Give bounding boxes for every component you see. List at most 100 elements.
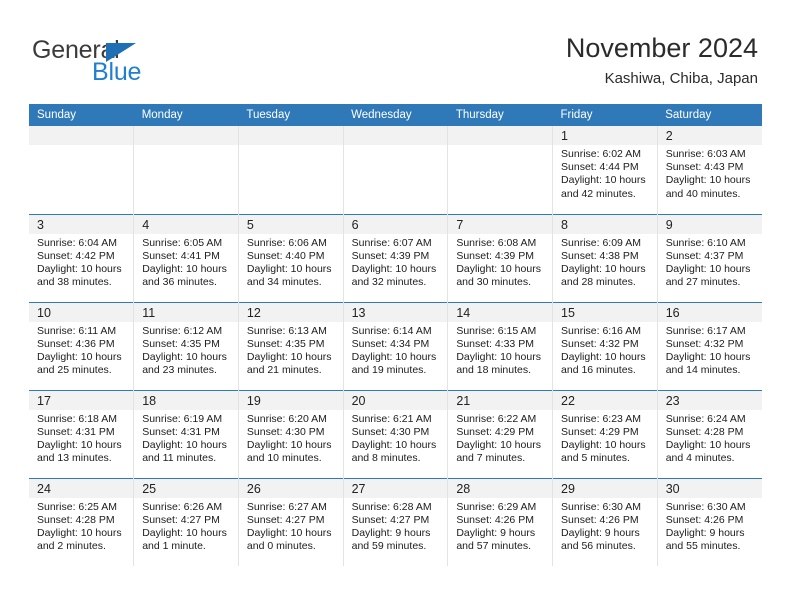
day-number: 16: [657, 302, 762, 322]
general-blue-logo[interactable]: General Blue: [32, 36, 242, 88]
calendar-day-cell[interactable]: 10 Sunrise: 6:11 AM Sunset: 4:36 PM Dayligh…: [29, 301, 135, 390]
sunrise-text: Sunrise: 6:05 AM: [142, 236, 223, 249]
sunrise-text: Sunrise: 6:19 AM: [142, 412, 223, 425]
calendar-day-cell[interactable]: 16 Sunrise: 6:17 AM Sunset: 4:32 PM Dayligh…: [657, 301, 762, 390]
weekday-header-wednesday: Wednesday: [343, 104, 448, 126]
day-sun-info: Sunrise: 6:14 AM Sunset: 4:34 PM Daylight:…: [344, 322, 448, 378]
daylight-text: Daylight: 10 hours and 1 minute.: [142, 526, 227, 553]
calendar-cell-empty: [29, 126, 135, 214]
calendar-day-cell[interactable]: 7 Sunrise: 6:08 AM Sunset: 4:39 PM Daylight…: [447, 213, 554, 302]
sunset-text: Sunset: 4:30 PM: [246, 425, 325, 438]
calendar-day-cell[interactable]: 24 Sunrise: 6:25 AM Sunset: 4:28 PM Dayligh…: [29, 477, 135, 566]
sunset-text: Sunset: 4:26 PM: [456, 513, 534, 526]
calendar-day-cell[interactable]: 27 Sunrise: 6:28 AM Sunset: 4:27 PM Dayligh…: [343, 477, 449, 566]
calendar-day-cell[interactable]: 25 Sunrise: 6:26 AM Sunset: 4:27 PM Dayligh…: [133, 477, 239, 566]
calendar-day-cell[interactable]: 15 Sunrise: 6:16 AM Sunset: 4:32 PM Dayligh…: [552, 301, 658, 390]
day-number: 18: [134, 390, 238, 410]
sunrise-text: Sunrise: 6:04 AM: [37, 236, 117, 249]
day-sun-info: Sunrise: 6:24 AM Sunset: 4:28 PM Daylight:…: [658, 410, 762, 466]
calendar-day-cell[interactable]: 5 Sunrise: 6:06 AM Sunset: 4:40 PM Daylight…: [238, 213, 344, 302]
calendar-day-cell[interactable]: 26 Sunrise: 6:27 AM Sunset: 4:27 PM Dayligh…: [238, 477, 344, 566]
calendar-day-cell[interactable]: 28 Sunrise: 6:29 AM Sunset: 4:26 PM Dayligh…: [447, 477, 554, 566]
day-number: 4: [134, 214, 238, 234]
day-sun-info: Sunrise: 6:12 AM Sunset: 4:35 PM Daylight:…: [134, 322, 238, 378]
daylight-text: Daylight: 10 hours and 21 minutes.: [246, 350, 332, 377]
sunset-text: Sunset: 4:44 PM: [561, 161, 639, 174]
sunrise-text: Sunrise: 6:30 AM: [561, 500, 641, 513]
calendar-day-cell[interactable]: 4 Sunrise: 6:05 AM Sunset: 4:41 PM Daylight…: [133, 213, 239, 302]
daylight-text: Daylight: 10 hours and 32 minutes.: [351, 262, 437, 289]
sunset-text: Sunset: 4:31 PM: [37, 425, 115, 438]
calendar-day-cell[interactable]: 2 Sunrise: 6:03 AM Sunset: 4:43 PM Daylight…: [657, 126, 762, 214]
day-number: 19: [238, 390, 343, 410]
day-number: [343, 126, 448, 145]
calendar-day-cell[interactable]: 14 Sunrise: 6:15 AM Sunset: 4:33 PM Dayligh…: [447, 301, 554, 390]
day-sun-info: Sunrise: 6:17 AM Sunset: 4:32 PM Daylight:…: [658, 322, 762, 378]
calendar-day-cell[interactable]: 8 Sunrise: 6:09 AM Sunset: 4:38 PM Daylight…: [552, 213, 658, 302]
calendar-cell-empty: [447, 126, 554, 214]
daylight-text: Daylight: 10 hours and 36 minutes.: [142, 262, 227, 289]
weekday-header-saturday: Saturday: [657, 104, 762, 126]
calendar-day-cell[interactable]: 11 Sunrise: 6:12 AM Sunset: 4:35 PM Dayligh…: [133, 301, 239, 390]
sunset-text: Sunset: 4:30 PM: [351, 425, 430, 438]
day-number: 23: [657, 390, 762, 410]
sunrise-text: Sunrise: 6:14 AM: [351, 324, 432, 337]
calendar-day-cell[interactable]: 12 Sunrise: 6:13 AM Sunset: 4:35 PM Dayligh…: [238, 301, 344, 390]
daylight-text: Daylight: 10 hours and 10 minutes.: [246, 438, 332, 465]
day-number: 2: [657, 126, 762, 145]
sunset-text: Sunset: 4:35 PM: [142, 337, 220, 350]
day-number: 30: [657, 478, 762, 498]
day-number: 8: [553, 214, 657, 234]
day-sun-info: Sunrise: 6:19 AM Sunset: 4:31 PM Daylight:…: [134, 410, 238, 466]
calendar-day-cell[interactable]: 19 Sunrise: 6:20 AM Sunset: 4:30 PM Dayligh…: [238, 389, 344, 478]
calendar-day-cell[interactable]: 13 Sunrise: 6:14 AM Sunset: 4:34 PM Dayligh…: [343, 301, 449, 390]
sunrise-text: Sunrise: 6:02 AM: [561, 148, 641, 160]
daylight-text: Daylight: 10 hours and 40 minutes.: [665, 174, 751, 200]
sunset-text: Sunset: 4:29 PM: [456, 425, 534, 438]
calendar-day-cell[interactable]: 30 Sunrise: 6:30 AM Sunset: 4:26 PM Dayligh…: [657, 477, 762, 566]
daylight-text: Daylight: 10 hours and 8 minutes.: [351, 438, 437, 465]
sunrise-text: Sunrise: 6:29 AM: [456, 500, 537, 513]
day-number: 20: [343, 390, 448, 410]
calendar-page: General Blue November 2024 Kashiwa, Chib…: [0, 0, 792, 612]
calendar-day-cell[interactable]: 23 Sunrise: 6:24 AM Sunset: 4:28 PM Dayligh…: [657, 389, 762, 478]
calendar-day-cell[interactable]: 6 Sunrise: 6:07 AM Sunset: 4:39 PM Daylight…: [343, 213, 449, 302]
calendar-day-cell[interactable]: 21 Sunrise: 6:22 AM Sunset: 4:29 PM Dayligh…: [447, 389, 554, 478]
daylight-text: Daylight: 10 hours and 4 minutes.: [665, 438, 751, 465]
sunrise-text: Sunrise: 6:03 AM: [665, 148, 746, 160]
day-sun-info: Sunrise: 6:03 AM Sunset: 4:43 PM Daylight:…: [658, 145, 762, 201]
day-sun-info: Sunrise: 6:07 AM Sunset: 4:39 PM Daylight:…: [344, 234, 448, 290]
sunrise-text: Sunrise: 6:27 AM: [246, 500, 327, 513]
day-sun-info: Sunrise: 6:29 AM Sunset: 4:26 PM Daylight:…: [448, 498, 552, 554]
calendar-day-cell[interactable]: 9 Sunrise: 6:10 AM Sunset: 4:37 PM Daylight…: [657, 213, 762, 302]
calendar-day-cell[interactable]: 18 Sunrise: 6:19 AM Sunset: 4:31 PM Dayligh…: [133, 389, 239, 478]
day-sun-info: Sunrise: 6:20 AM Sunset: 4:30 PM Daylight:…: [239, 410, 343, 466]
calendar-day-cell[interactable]: 22 Sunrise: 6:23 AM Sunset: 4:29 PM Dayligh…: [552, 389, 658, 478]
daylight-text: Daylight: 10 hours and 18 minutes.: [456, 350, 541, 377]
calendar-day-cell[interactable]: 20 Sunrise: 6:21 AM Sunset: 4:30 PM Dayligh…: [343, 389, 449, 478]
calendar-day-cell[interactable]: 17 Sunrise: 6:18 AM Sunset: 4:31 PM Dayligh…: [29, 389, 135, 478]
sunset-text: Sunset: 4:36 PM: [37, 337, 115, 350]
daylight-text: Daylight: 10 hours and 42 minutes.: [561, 174, 646, 200]
day-sun-info: Sunrise: 6:05 AM Sunset: 4:41 PM Daylight:…: [134, 234, 238, 290]
sunrise-text: Sunrise: 6:25 AM: [37, 500, 117, 513]
day-sun-info: Sunrise: 6:23 AM Sunset: 4:29 PM Daylight:…: [553, 410, 657, 466]
sunset-text: Sunset: 4:32 PM: [665, 337, 744, 350]
sunrise-text: Sunrise: 6:13 AM: [246, 324, 327, 337]
sunrise-text: Sunrise: 6:28 AM: [351, 500, 432, 513]
day-sun-info: Sunrise: 6:04 AM Sunset: 4:42 PM Daylight:…: [29, 234, 133, 290]
daylight-text: Daylight: 10 hours and 28 minutes.: [561, 262, 646, 289]
day-number: 27: [343, 478, 448, 498]
calendar-day-cell[interactable]: 29 Sunrise: 6:30 AM Sunset: 4:26 PM Dayligh…: [552, 477, 658, 566]
sunset-text: Sunset: 4:40 PM: [246, 249, 325, 262]
day-sun-info: Sunrise: 6:02 AM Sunset: 4:44 PM Daylight:…: [553, 145, 657, 201]
weekday-header-tuesday: Tuesday: [238, 104, 344, 126]
page-title: November 2024: [565, 33, 758, 63]
calendar-week-row: 24 Sunrise: 6:25 AM Sunset: 4:28 PM Dayligh…: [29, 477, 762, 566]
calendar-day-cell[interactable]: 1 Sunrise: 6:02 AM Sunset: 4:44 PM Daylight…: [552, 126, 658, 214]
daylight-text: Daylight: 10 hours and 11 minutes.: [142, 438, 227, 465]
day-number: [134, 126, 238, 145]
calendar-day-cell[interactable]: 3 Sunrise: 6:04 AM Sunset: 4:42 PM Daylight…: [29, 213, 135, 302]
sunset-text: Sunset: 4:26 PM: [665, 513, 744, 526]
sunset-text: Sunset: 4:31 PM: [142, 425, 220, 438]
